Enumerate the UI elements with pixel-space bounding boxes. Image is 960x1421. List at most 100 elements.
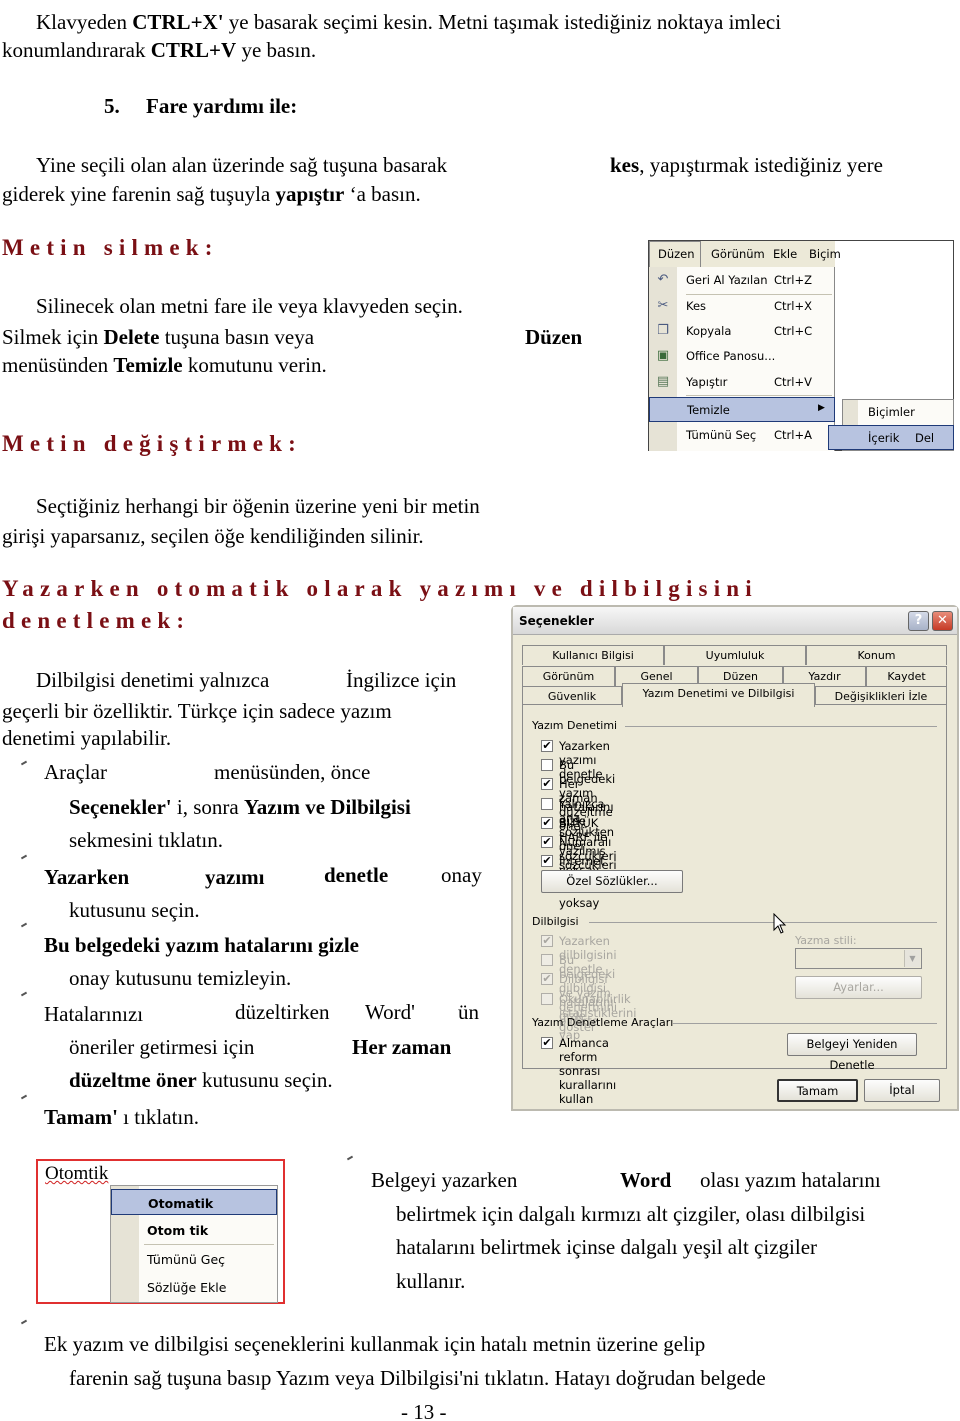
step4-d: ün xyxy=(458,1000,479,1024)
underline-line1c: olası yazım hatalarını xyxy=(700,1168,881,1192)
menu-item-select-all[interactable]: Tümünü Seç Ctrl+A xyxy=(649,423,835,447)
paragraph-delete-menu-name: Düzen xyxy=(525,325,583,349)
copy-icon: ❐ xyxy=(657,323,669,338)
edit-menu-screenshot: Düzen Görünüm Ekle Biçim ↶ Geri Al Yazıl… xyxy=(648,240,954,451)
menu-item-cut[interactable]: ✂ Kes Ctrl+X xyxy=(649,294,835,318)
submenu-arrow-icon: ▶ xyxy=(818,403,825,413)
paragraph-change-line1: Seçtiğiniz herhangi bir öğenin üzerine y… xyxy=(36,494,480,518)
step4-line2a: öneriler getirmesi için xyxy=(69,1035,255,1059)
recheck-document-button[interactable]: Belgeyi Yeniden Denetle xyxy=(787,1033,917,1072)
step2-c: denetle xyxy=(324,863,389,887)
step2-line2: kutusunu seçin. xyxy=(69,898,200,922)
submenu-item-formats[interactable]: Biçimler xyxy=(868,405,915,419)
heading-change-text: Metin değiştirmek: xyxy=(2,431,303,456)
extra-line2: farenin sağ tuşuna basıp Yazım veya Dilb… xyxy=(69,1366,766,1390)
checkbox-checked-icon[interactable]: ✔ xyxy=(541,816,553,829)
ok-button[interactable]: Tamam xyxy=(777,1079,858,1102)
checkbox-unchecked-icon[interactable] xyxy=(541,992,553,1005)
checkbox-checked-icon[interactable]: ✔ xyxy=(541,1037,553,1049)
mouse-heading-number: 5. xyxy=(104,94,120,118)
undo-icon: ↶ xyxy=(657,272,669,287)
heading-auto-check-line2: denetlemek: xyxy=(2,608,191,633)
checkbox-unchecked-icon[interactable] xyxy=(541,759,553,772)
suggestion-item[interactable]: Otom tik xyxy=(111,1217,277,1243)
add-to-dictionary-item[interactable]: Sözlüğe Ekle xyxy=(111,1274,277,1300)
step3-a: Bu belgedeki yazım hatalarını gizle xyxy=(44,933,359,957)
checkbox-checked-icon[interactable]: ✔ xyxy=(541,778,553,791)
bullet-mark xyxy=(20,1094,28,1100)
paragraph-cut-line2: konumlandırarak CTRL+V ye basın. xyxy=(2,38,317,62)
help-icon[interactable]: ? xyxy=(908,611,929,631)
heading-auto-check-line1: Yazarken otomatik olarak yazımı ve dilbi… xyxy=(2,576,758,601)
menu-gorunum[interactable]: Görünüm xyxy=(711,247,765,261)
submenu-item-contents[interactable]: İçerik Del xyxy=(828,425,954,450)
tab-save[interactable]: Kaydet xyxy=(866,666,947,686)
bullet-mark xyxy=(346,1155,354,1161)
paragraph-delete-line2: Silmek için Delete tuşuna basın veya xyxy=(2,325,315,349)
checkbox-checked-icon[interactable]: ✔ xyxy=(541,935,553,947)
tab-track-changes[interactable]: Değişiklikleri İzle xyxy=(815,686,947,706)
spelling-group-label: Yazım Denetimi xyxy=(532,719,618,732)
bullet-mark xyxy=(20,991,28,997)
menu-duzen[interactable]: Düzen xyxy=(649,241,701,267)
tab-view[interactable]: Görünüm xyxy=(522,666,615,686)
menu-bicim[interactable]: Biçim xyxy=(809,247,841,261)
underline-line1b: Word xyxy=(620,1168,672,1192)
checkbox-checked-icon[interactable]: ✔ xyxy=(541,973,553,986)
suggestion-item[interactable]: Otomatik xyxy=(111,1189,277,1215)
step2-a: Yazarken xyxy=(44,865,130,889)
menu-bar: Düzen Görünüm Ekle Biçim xyxy=(649,241,841,267)
tab-user-info[interactable]: Kullanıcı Bilgisi xyxy=(522,645,664,665)
spelling-context-menu-screenshot: Otomtik Otomatik Otom tik Tümünü Geç Söz… xyxy=(36,1159,285,1304)
clear-submenu: Biçimler İçerik Del xyxy=(828,399,954,451)
settings-button[interactable]: Ayarlar... xyxy=(795,976,922,999)
step1-b: menüsünden, önce xyxy=(214,760,371,784)
paragraph-cut-line1: Klavyeden CTRL+X' ye basarak seçimi kesi… xyxy=(36,10,782,34)
tab-location[interactable]: Konum xyxy=(806,645,947,665)
underline-line4: kullanır. xyxy=(396,1269,466,1293)
checkbox-checked-icon[interactable]: ✔ xyxy=(541,855,553,868)
tab-spelling-grammar[interactable]: Yazım Denetimi ve Dilbilgisi xyxy=(622,683,815,707)
bullet-mark xyxy=(20,922,28,928)
writing-style-select[interactable]: ▼ xyxy=(795,948,922,969)
close-icon[interactable]: ✕ xyxy=(932,611,953,631)
extra-line1: Ek yazım ve dilbilgisi seçeneklerini kul… xyxy=(44,1332,706,1356)
ignore-all-item[interactable]: Tümünü Geç xyxy=(111,1246,277,1272)
menu-item-undo[interactable]: ↶ Geri Al Yazılan Ctrl+Z xyxy=(649,268,835,292)
step4-b: düzeltirken xyxy=(235,1000,330,1024)
menu-item-paste[interactable]: ▤ Yapıştır Ctrl+V xyxy=(649,370,835,394)
step4-c: Word' xyxy=(365,1000,415,1024)
checkbox-checked-icon[interactable]: ✔ xyxy=(541,836,553,848)
tab-compatibility[interactable]: Uyumluluk xyxy=(664,645,806,665)
bullet-mark xyxy=(20,760,28,766)
step2-b: yazımı xyxy=(205,865,265,889)
paragraph-mouse-line1: Yine seçili olan alan üzerinde sağ tuşun… xyxy=(36,153,448,177)
misspelled-word[interactable]: Otomtik xyxy=(45,1163,108,1185)
tools-group-label: Yazım Denetleme Araçları xyxy=(532,1016,674,1029)
clipboard-icon: ▣ xyxy=(656,348,670,363)
menu-ekle[interactable]: Ekle xyxy=(773,247,797,261)
paragraph-change-line2: girişi yaparsanız, seçilen öğe kendiliği… xyxy=(2,524,424,548)
menu-item-office-clipboard[interactable]: ▣ Office Panosu... xyxy=(649,344,835,368)
paste-icon: ▤ xyxy=(656,374,670,389)
paragraph-grammar-line2: geçerli bir özelliktir. Türkçe için sade… xyxy=(2,699,392,723)
page-number: - 13 - xyxy=(401,1400,447,1421)
paragraph-grammar-line1a: Dilbilgisi denetimi yalnızca xyxy=(36,668,270,692)
paragraph-delete-line1: Silinecek olan metni fare ile veya klavy… xyxy=(36,294,463,318)
custom-dictionaries-button[interactable]: Özel Sözlükler... xyxy=(541,870,683,893)
checkbox-checked-icon[interactable]: ✔ xyxy=(541,740,553,752)
step2-d: onay xyxy=(441,863,482,887)
menu-item-copy[interactable]: ❐ Kopyala Ctrl+C xyxy=(649,319,835,343)
menu-item-clear[interactable]: Temizle ▶ xyxy=(649,397,835,422)
spelling-suggestions-menu: Otomatik Otom tik Tümünü Geç Sözlüğe Ekl… xyxy=(110,1185,278,1303)
paragraph-mouse-line2: giderek yine farenin sağ tuşuyla yapıştı… xyxy=(2,182,421,206)
checkbox-unchecked-icon[interactable] xyxy=(541,954,553,967)
heading-delete-text: Metin silmek: xyxy=(2,235,219,260)
checkbox-unchecked-icon[interactable] xyxy=(541,797,553,810)
dialog-title: Seçenekler xyxy=(519,614,594,628)
tab-security[interactable]: Güvenlik xyxy=(522,686,622,706)
grammar-group-label: Dilbilgisi xyxy=(532,915,579,928)
step4-line2b: Her zaman xyxy=(352,1035,452,1059)
step4-line3: düzeltme öner kutusunu seçin. xyxy=(69,1068,333,1092)
cancel-button[interactable]: İptal xyxy=(864,1079,940,1102)
